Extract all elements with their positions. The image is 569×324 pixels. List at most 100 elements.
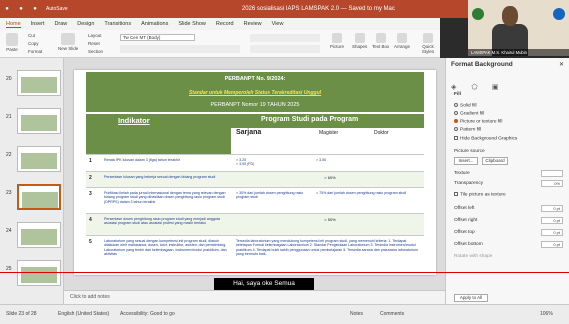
shapes-label: Shapes [352, 44, 368, 49]
slide-header[interactable]: PERBANPT No. 9/2024: Standar untuk Mempe… [86, 72, 424, 112]
offset-top-label: Offset top [454, 230, 475, 235]
offset-left-label: Offset left [454, 206, 475, 211]
notes-toggle[interactable]: Notes [350, 311, 363, 317]
alignment-toolbar[interactable] [250, 45, 320, 53]
table-row[interactable]: 3 Publikasi ilmiah pada jurnal internasi… [86, 187, 424, 213]
checkbox-icon [454, 192, 458, 196]
insert-picture-button[interactable]: Insert... [454, 157, 478, 165]
clipboard-button[interactable]: Clipboard [482, 157, 508, 165]
picture-settings-icon[interactable]: ▣ [492, 83, 501, 91]
offset-top-field[interactable]: 0 pt [541, 229, 563, 236]
arrange-button[interactable]: Arrange [394, 33, 410, 49]
slide-thumbnail[interactable] [17, 222, 61, 248]
offset-right-field[interactable]: 0 pt [541, 217, 563, 224]
solid-fill-label: Solid fill [460, 103, 477, 109]
header-magister: Magister [319, 130, 339, 136]
language-indicator[interactable]: English (United States) [58, 311, 109, 317]
offset-bottom-field[interactable]: 0 pt [541, 241, 563, 248]
thumbnail-number: 21 [6, 114, 12, 120]
tab-slide-show[interactable]: Slide Show [178, 21, 206, 27]
close-icon[interactable]: ✕ [559, 61, 564, 68]
pattern-fill-option[interactable]: Pattern fill [454, 127, 481, 132]
new-slide-button[interactable]: New Slide [58, 33, 78, 51]
presenter-name: LAMSPAK M.S. Khairul Mubin [468, 49, 569, 56]
effects-icon[interactable]: ⬠ [471, 83, 480, 91]
quick-styles-button[interactable]: Quick Styles [416, 33, 440, 54]
slide-editing-area[interactable]: PERBANPT No. 9/2024: Standar untuk Mempe… [64, 58, 445, 290]
tab-insert[interactable]: Insert [31, 21, 45, 27]
slide[interactable]: PERBANPT No. 9/2024: Standar untuk Mempe… [74, 70, 436, 275]
tab-design[interactable]: Design [77, 21, 94, 27]
row-merged-value: > 60% [324, 175, 336, 180]
video-progress-line [0, 272, 569, 273]
shapes-button[interactable]: Shapes [352, 33, 367, 49]
tab-draw[interactable]: Draw [54, 21, 67, 27]
transparency-field[interactable]: 0% [541, 180, 563, 187]
slide-thumbnail[interactable] [17, 146, 61, 172]
maximize-window-icon[interactable]: ● [31, 5, 39, 13]
picture-source-label: Picture source [454, 149, 485, 154]
slide-thumbnail[interactable] [17, 260, 61, 286]
table-row[interactable]: 1 Rerata IPK lulusan dalam 3 (tiga) tahu… [86, 154, 424, 171]
row-indicator-text: Laboratorium yang sesuai dengan kompeten… [104, 239, 227, 257]
fill-icon[interactable]: ◈ [451, 83, 460, 91]
tab-transitions[interactable]: Transitions [104, 21, 131, 27]
comments-toggle[interactable]: Comments [380, 311, 404, 317]
apply-to-all-button[interactable]: Apply to All [454, 294, 488, 302]
thumbnail-number: 22 [6, 152, 12, 158]
gradient-fill-option[interactable]: Gradient fill [454, 111, 484, 116]
radio-icon [454, 111, 458, 115]
texture-picker[interactable] [541, 170, 563, 177]
fill-section-label[interactable]: Fill [454, 92, 461, 97]
paste-button[interactable]: Paste [6, 33, 18, 52]
ribbon-tabs: Home Insert Draw Design Transitions Anim… [0, 18, 440, 30]
autosave-label[interactable]: AutoSave [46, 6, 68, 12]
notes-area[interactable]: Click to add notes [64, 290, 445, 304]
solid-fill-option[interactable]: Solid fill [454, 103, 477, 108]
paragraph-toolbar[interactable] [250, 34, 320, 42]
slide-table[interactable]: Indikator Program Studi pada Program Sar… [86, 114, 424, 271]
layout-button[interactable]: Layout [88, 33, 102, 38]
tab-review[interactable]: Review [244, 21, 262, 27]
font-name-select[interactable]: Tw Cen MT (Body) [120, 34, 195, 41]
table-row[interactable]: 5 Laboratorium yang sesuai dengan kompet… [86, 235, 424, 271]
accessibility-status[interactable]: Accessibility: Good to go [120, 311, 175, 317]
picture-button[interactable]: Picture [330, 33, 344, 49]
pane-title: Format Background [451, 61, 513, 68]
format-background-pane[interactable]: Format Background ✕ ◈ ⬠ ▣ Fill Solid fil… [445, 58, 569, 304]
minimize-window-icon[interactable]: ● [17, 5, 25, 13]
reset-button[interactable]: Reset [88, 41, 100, 46]
picture-fill-option[interactable]: Picture or texture fill [454, 119, 502, 124]
checkbox-icon [454, 136, 458, 140]
section-button[interactable]: Section [88, 49, 103, 54]
text-box-button[interactable]: Text Box [372, 33, 389, 49]
text-box-label: Text Box [372, 44, 390, 49]
table-row[interactable]: 4 Persentase dosen penghitung rasio prog… [86, 213, 424, 235]
table-row[interactable]: 2 Persentase lulusan yang bekerja sesuai… [86, 171, 424, 187]
tile-checkbox[interactable]: Tile picture as texture [454, 192, 506, 197]
tab-animations[interactable]: Animations [141, 21, 168, 27]
thumbnail-content [21, 229, 57, 245]
texture-label: Texture [454, 171, 470, 176]
radio-icon [454, 103, 458, 107]
font-format-toolbar[interactable] [120, 45, 240, 53]
slide-thumbnail[interactable] [17, 70, 61, 96]
tab-home[interactable]: Home [6, 21, 21, 28]
slide-thumbnail[interactable] [17, 108, 61, 134]
tab-record[interactable]: Record [216, 21, 234, 27]
slide-thumbnail-selected[interactable] [17, 184, 61, 210]
copy-button[interactable]: Copy [28, 41, 39, 46]
hide-bg-graphics-checkbox[interactable]: Hide Background Graphics [454, 136, 517, 141]
tab-view[interactable]: View [272, 21, 284, 27]
thumbnail-number: 20 [6, 76, 12, 82]
offset-left-field[interactable]: 0 pt [541, 205, 563, 212]
close-window-icon[interactable]: ● [3, 5, 11, 13]
zoom-level[interactable]: 106% [540, 311, 553, 317]
row-magister-value: > 3,50 [316, 158, 327, 162]
powerpoint-window: ● ● ● AutoSave 2026 sosialisasi IAPS LAM… [0, 0, 569, 324]
format-painter-button[interactable]: Format [28, 49, 42, 54]
slide-thumbnails-panel[interactable]: 20 21 22 23 24 25 [0, 58, 64, 304]
rotate-with-shape-checkbox[interactable]: Rotate with shape [454, 254, 492, 259]
transparency-label: Transparency [454, 181, 484, 186]
cut-button[interactable]: Cut [28, 33, 35, 38]
